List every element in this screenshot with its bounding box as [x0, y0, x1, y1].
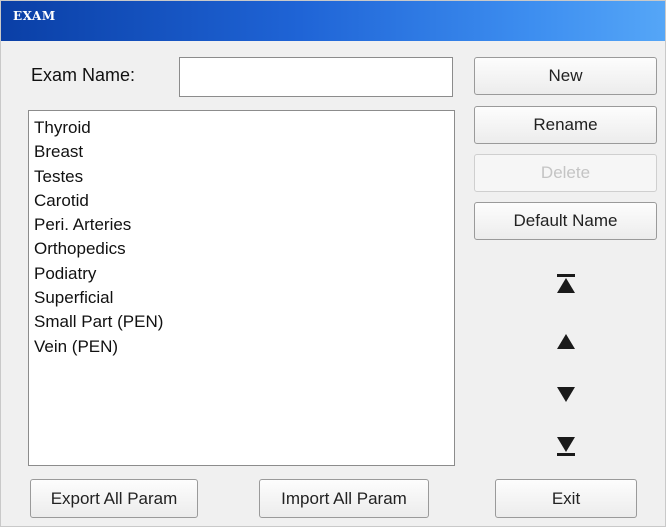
list-item[interactable]: Testes [34, 165, 454, 189]
move-to-top-button[interactable] [553, 271, 579, 297]
default-name-button[interactable]: Default Name [474, 202, 657, 240]
window-title: EXAM [13, 9, 56, 23]
move-to-top-icon [557, 274, 575, 293]
move-down-button[interactable] [553, 381, 579, 407]
list-item[interactable]: Vein (PEN) [34, 335, 454, 359]
move-down-icon [557, 387, 575, 402]
list-item[interactable]: Superficial [34, 286, 454, 310]
list-item[interactable]: Orthopedics [34, 237, 454, 261]
list-item[interactable]: Small Part (PEN) [34, 310, 454, 334]
rename-button[interactable]: Rename [474, 106, 657, 144]
export-all-param-button[interactable]: Export All Param [30, 479, 198, 518]
new-button[interactable]: New [474, 57, 657, 95]
exam-list[interactable]: Thyroid Breast Testes Carotid Peri. Arte… [28, 110, 455, 466]
exit-button[interactable]: Exit [495, 479, 637, 518]
move-up-icon [557, 334, 575, 349]
exam-name-label: Exam Name: [31, 65, 136, 85]
exam-dialog: EXAM Exam Name: Thyroid Breast Testes Ca… [0, 0, 666, 527]
delete-button[interactable]: Delete [474, 154, 657, 192]
title-bar: EXAM [1, 1, 665, 41]
move-to-bottom-icon [557, 437, 575, 456]
list-item[interactable]: Carotid [34, 189, 454, 213]
move-up-button[interactable] [553, 329, 579, 355]
list-item[interactable]: Peri. Arteries [34, 213, 454, 237]
move-to-bottom-button[interactable] [553, 433, 579, 459]
list-item[interactable]: Thyroid [34, 116, 454, 140]
list-item[interactable]: Podiatry [34, 262, 454, 286]
list-item[interactable]: Breast [34, 140, 454, 164]
exam-name-input[interactable] [179, 57, 453, 97]
import-all-param-button[interactable]: Import All Param [259, 479, 429, 518]
